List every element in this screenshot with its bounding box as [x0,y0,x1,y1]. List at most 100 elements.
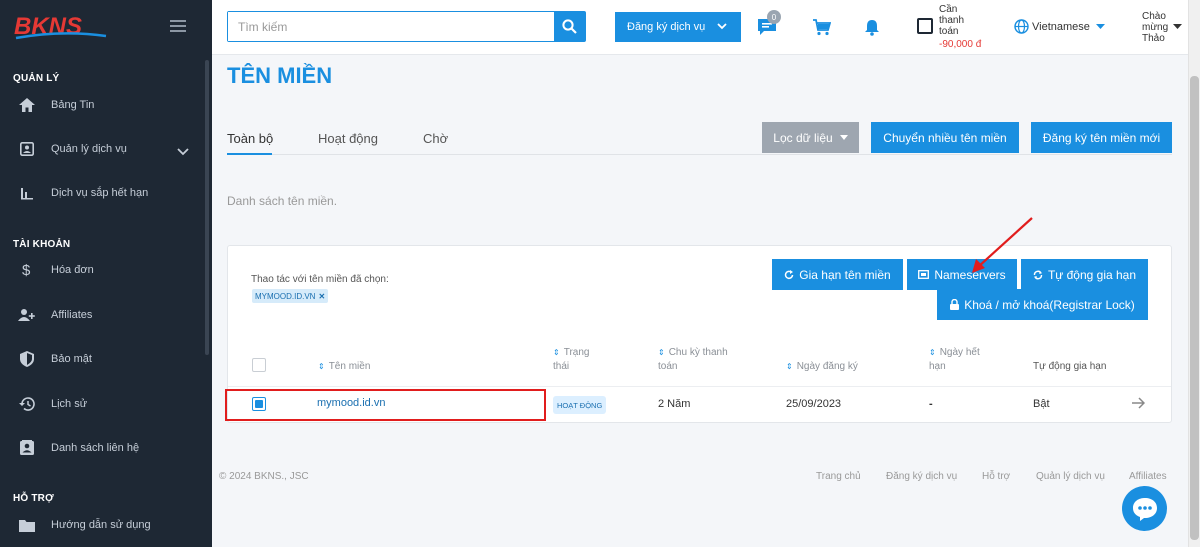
sort-icon: ⇕ [318,362,325,371]
language-selector[interactable]: Vietnamese [1014,19,1105,34]
annotation-arrow [972,217,1033,273]
welcome-line: Chào [1142,11,1166,22]
sidebar-item-services[interactable]: Quản lý dịch vụ [0,132,205,166]
register-service-button[interactable]: Đăng ký dịch vụ [615,12,741,42]
bell-icon[interactable] [863,17,881,37]
bar-chart-icon [18,184,36,202]
sidebar-item-expiring[interactable]: Dịch vụ sắp hết hạn [0,176,205,210]
arrow-right-icon[interactable] [1131,396,1145,410]
column-header-label: hạn [929,361,946,372]
wallet-icon[interactable] [917,18,933,34]
account-box-icon [18,140,36,158]
payment-due-label[interactable]: Cần thanh toán [939,4,964,37]
page-title: TÊN MIỀN [227,63,333,88]
column-header-registered[interactable]: ⇕ Ngày đăng ký [786,360,858,374]
column-header-status[interactable]: ⇕ Trạng thái [553,346,589,374]
svg-text:$: $ [22,262,31,278]
registrar-lock-label: Khoá / mở khoá(Registrar Lock) [964,297,1135,312]
column-header-label: thái [553,361,570,372]
sort-icon: ⇕ [553,348,560,357]
select-all-checkbox[interactable] [252,358,266,372]
selected-domain-chip: MYMOOD.ID.VN ✕ [252,289,329,303]
sidebar-item-history[interactable]: Lịch sử [0,387,205,421]
sidebar-item-label: Affiliates [51,309,93,321]
payment-due-line: thanh [939,15,965,26]
auto-renew-label: Tự động gia hạn [1047,267,1137,282]
sidebar: BKNS QUẢN LÝ Bảng Tin Quản lý dịch vụ Dị… [0,0,212,547]
tab-all[interactable]: Toàn bộ [227,131,273,146]
payment-due-amount: -90,000 đ [939,39,982,50]
register-service-label: Đăng ký dịch vụ [627,21,706,33]
column-header-domain[interactable]: ⇕ Tên miền [318,360,370,374]
footer-link-services[interactable]: Quản lý dịch vụ [1036,471,1105,482]
expiry-date-cell: - [929,398,933,410]
tab-active[interactable]: Hoạt động [318,131,378,146]
home-icon [18,96,36,114]
selection-label: Thao tác với tên miền đã chọn: [251,274,389,285]
folder-icon [18,516,36,534]
column-header-label: Ngày hết [939,347,980,358]
search-button[interactable] [554,12,585,41]
column-header-label: Trạng [563,347,590,358]
list-description: Danh sách tên miền. [227,194,338,208]
cart-icon[interactable] [812,17,832,37]
auto-renew-button[interactable]: Tự động gia hạn [1021,259,1148,290]
footer-link-support[interactable]: Hỗ trợ [982,471,1010,482]
search-input[interactable] [228,12,554,41]
auto-renew-cell: Bật [1033,398,1050,410]
sidebar-item-label: Bảng Tin [51,99,95,111]
close-icon[interactable]: ✕ [318,292,325,301]
active-tab-indicator [227,153,272,155]
sidebar-item-label: Lịch sử [51,398,88,410]
sidebar-item-invoices[interactable]: $ Hóa đơn [0,253,205,287]
section-title-support: HỖ TRỢ [13,493,54,504]
cycle-cell: 2 Năm [658,398,691,410]
registrar-lock-button[interactable]: Khoá / mở khoá(Registrar Lock) [937,289,1148,320]
footer-link-register[interactable]: Đăng ký dịch vụ [886,471,957,482]
chevron-down-icon [177,143,189,161]
sidebar-item-label: Quản lý dịch vụ [51,143,127,155]
shield-icon [18,350,36,368]
column-header-label: Tên miền [328,361,371,372]
sidebar-item-dashboard[interactable]: Bảng Tin [0,88,205,122]
caret-down-icon [839,135,848,140]
dollar-icon: $ [18,261,36,279]
sidebar-item-affiliates[interactable]: Affiliates [0,298,205,332]
sidebar-item-security[interactable]: Bảo mật [0,342,205,376]
caret-down-icon[interactable] [1173,24,1182,30]
chat-button[interactable] [1122,486,1167,531]
sidebar-item-contacts[interactable]: Danh sách liên hệ [0,431,205,465]
user-welcome[interactable]: Chào mừng Thảo [1142,11,1168,44]
history-icon [18,395,36,413]
footer-link-home[interactable]: Trang chủ [816,471,861,482]
page-scrollbar[interactable] [1188,0,1200,547]
register-domain-button[interactable]: Đăng ký tên miền mới [1031,122,1172,153]
payment-due-line: toán [939,26,959,37]
sidebar-item-guide[interactable]: Hướng dẫn sử dụng [0,508,205,542]
renew-label: Gia hạn tên miền [799,267,891,282]
filter-button[interactable]: Lọc dữ liệu [762,122,859,153]
tab-pending[interactable]: Chờ [423,131,448,146]
sidebar-scrollbar[interactable] [205,60,209,355]
column-header-label: Chu kỳ thanh [668,347,728,358]
column-header-cycle[interactable]: ⇕ Chu kỳ thanh toán [658,346,728,374]
payment-due-line: Cần [939,4,958,15]
bkns-logo[interactable]: BKNS [14,12,110,42]
column-header-expiry[interactable]: ⇕ Ngày hết hạn [929,346,980,374]
tab-divider [227,154,1172,155]
menu-toggle-icon[interactable] [170,20,186,33]
renew-domain-button[interactable]: Gia hạn tên miền [772,259,903,290]
chat-bubble-icon [1132,497,1157,521]
refresh-icon [785,269,794,279]
globe-icon [1014,19,1029,34]
section-title-manage: QUẢN LÝ [13,73,60,84]
transfer-domains-button[interactable]: Chuyển nhiều tên miền [871,122,1019,153]
status-badge: HOẠT ĐỘNG [553,396,607,414]
chip-label: MYMOOD.ID.VN [255,291,316,301]
column-header-label: toán [658,361,678,372]
sidebar-item-label: Hóa đơn [51,264,94,276]
contacts-icon [18,439,36,457]
footer-link-affiliates[interactable]: Affiliates [1129,471,1167,482]
scrollbar-thumb[interactable] [1190,76,1199,540]
sidebar-item-label: Danh sách liên hệ [51,442,140,454]
